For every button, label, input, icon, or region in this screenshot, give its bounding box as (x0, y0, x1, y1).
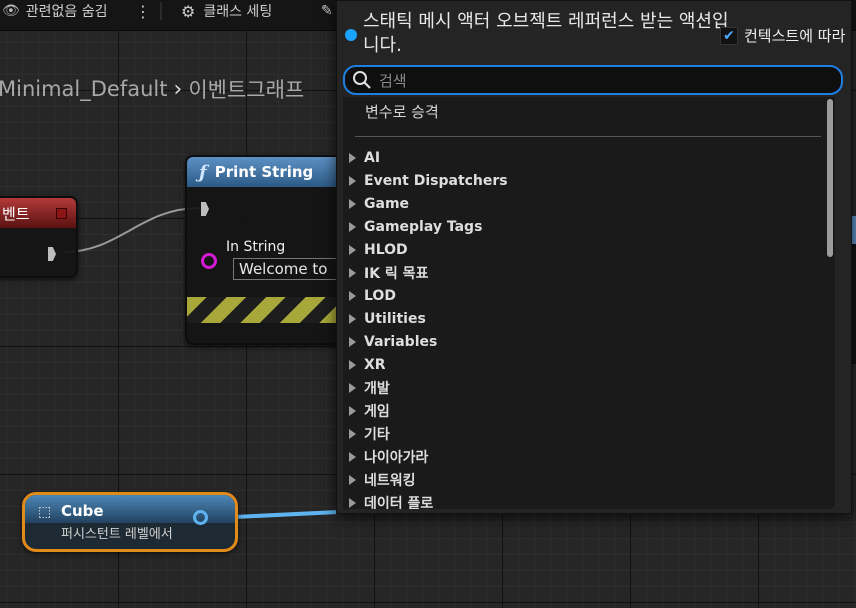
action-list-scrollbar[interactable] (825, 97, 835, 507)
in-string-label: In String (226, 239, 286, 255)
expand-arrow-icon (349, 452, 356, 462)
event-node[interactable]: 벤트 (0, 196, 78, 278)
category-networking[interactable]: 네트워킹 (349, 469, 416, 491)
category-xr[interactable]: XR (349, 354, 386, 376)
gear-icon: ⚙ (181, 1, 196, 21)
category-label: 나이아가라 (364, 450, 429, 466)
event-node-header: 벤트 (0, 198, 76, 228)
category-event-dispatchers[interactable]: Event Dispatchers (349, 170, 508, 192)
print-string-title: Print String (214, 163, 314, 181)
category-label: Gameplay Tags (364, 219, 483, 235)
category-label: Game (364, 196, 410, 212)
cube-node[interactable]: ⬚ Cube 퍼시스턴트 레벨에서 (22, 492, 238, 552)
toolbar-more-button[interactable]: ⋮ (135, 0, 151, 22)
expand-arrow-icon (349, 475, 356, 485)
expand-arrow-icon (349, 383, 356, 393)
print-string-node[interactable]: ƒ Print String In String Welcome to (185, 155, 349, 345)
class-settings-button[interactable]: ⚙ 클래스 세팅 (181, 0, 272, 22)
expand-arrow-icon (349, 360, 356, 370)
hide-unrelated-label: 관련없음 숨김 (25, 4, 108, 20)
checkbox-check-icon[interactable]: ✔ (720, 26, 738, 45)
category-label: Variables (364, 334, 438, 350)
search-icon (353, 71, 371, 89)
cube-icon: ⬚ (38, 504, 52, 520)
breadcrumb-graph[interactable]: Minimal_Default (0, 77, 168, 101)
scrollbar-thumb[interactable] (827, 99, 833, 257)
category-label: 네트워킹 (364, 473, 416, 489)
event-node-title: 벤트 (2, 204, 30, 223)
breadcrumb-current: 이벤트그래프 (188, 78, 305, 102)
category-dataflow[interactable]: 데이터 플로 (349, 492, 433, 509)
category-variables[interactable]: Variables (349, 331, 437, 353)
category-label: IK 릭 목표 (364, 266, 429, 282)
expand-arrow-icon (349, 245, 356, 255)
expand-arrow-icon (349, 337, 356, 347)
list-divider (355, 136, 821, 137)
event-delegate-pin-icon[interactable] (56, 208, 67, 219)
category-label: HLOD (364, 242, 408, 258)
more-icon: ⋮ (135, 1, 151, 21)
context-sensitive-label: 컨텍스트에 따라 (744, 27, 846, 45)
category-niagara[interactable]: 나이아가라 (349, 446, 428, 468)
development-only-stripe (187, 297, 347, 323)
category-label: 개발 (364, 381, 390, 397)
category-label: 기타 (364, 427, 390, 443)
breadcrumb-chevron-icon: › (173, 76, 183, 102)
category-ik-rig-goal[interactable]: IK 릭 목표 (349, 262, 428, 284)
category-label: LOD (364, 288, 396, 304)
search-box[interactable] (343, 65, 843, 95)
class-defaults-button[interactable]: ✎ (321, 0, 333, 22)
exec-wire (63, 207, 201, 253)
search-input[interactable] (377, 69, 821, 93)
category-label: XR (364, 357, 386, 373)
category-gameplay-tags[interactable]: Gameplay Tags (349, 216, 482, 238)
expand-arrow-icon (349, 176, 356, 186)
function-icon: ƒ (199, 161, 207, 183)
context-sensitive-toggle[interactable]: ✔ 컨텍스트에 따라 (720, 25, 845, 46)
expand-arrow-icon (349, 498, 356, 508)
category-lod[interactable]: LOD (349, 285, 396, 307)
category-development[interactable]: 개발 (349, 377, 390, 399)
category-game-kr[interactable]: 게임 (349, 400, 390, 422)
category-game[interactable]: Game (349, 193, 409, 215)
category-utilities[interactable]: Utilities (349, 308, 426, 330)
category-label: Utilities (364, 311, 426, 327)
expand-arrow-icon (349, 268, 356, 278)
exec-out-pin-icon[interactable] (48, 247, 56, 261)
brush-icon: ✎ (321, 3, 333, 19)
in-string-pin-icon[interactable] (201, 253, 217, 269)
category-label: AI (364, 150, 381, 166)
breadcrumb: Minimal_Default › 이벤트그래프 (0, 74, 304, 104)
category-label: 데이터 플로 (364, 496, 434, 509)
eye-icon: 👁 (2, 3, 20, 19)
toolbar-separator (160, 2, 162, 20)
expand-arrow-icon (349, 406, 356, 416)
action-list: 변수로 승격 AI Event Dispatchers Game Gamepla… (343, 97, 831, 509)
category-hlod[interactable]: HLOD (349, 239, 408, 261)
expand-arrow-icon (349, 429, 356, 439)
category-ai[interactable]: AI (349, 147, 380, 169)
cube-node-subtitle: 퍼시스턴트 레벨에서 (61, 527, 173, 542)
category-misc[interactable]: 기타 (349, 423, 390, 445)
expand-arrow-icon (349, 199, 356, 209)
object-out-pin-icon[interactable] (193, 510, 208, 525)
promote-to-variable-item[interactable]: 변수로 승격 (365, 101, 439, 122)
action-menu: 스태틱 메시 액터 오브젝트 레퍼런스 받는 액션입니다. ✔ 컨텍스트에 따라… (336, 0, 852, 514)
expand-arrow-icon (349, 291, 356, 301)
print-string-header: ƒ Print String (187, 157, 347, 187)
class-settings-label: 클래스 세팅 (203, 4, 273, 20)
hide-unrelated-button[interactable]: 👁 관련없음 숨김 (2, 0, 108, 22)
in-string-value[interactable]: Welcome to (233, 258, 347, 280)
expand-arrow-icon (349, 314, 356, 324)
category-label: Event Dispatchers (364, 173, 508, 189)
exec-in-pin-icon[interactable] (201, 202, 209, 216)
action-menu-title: 스태틱 메시 액터 오브젝트 레퍼런스 받는 액션입니다. (363, 11, 729, 56)
expand-arrow-icon (349, 153, 356, 163)
category-label: 게임 (364, 404, 390, 420)
cube-node-title: Cube (61, 502, 104, 520)
expand-arrow-icon (349, 222, 356, 232)
